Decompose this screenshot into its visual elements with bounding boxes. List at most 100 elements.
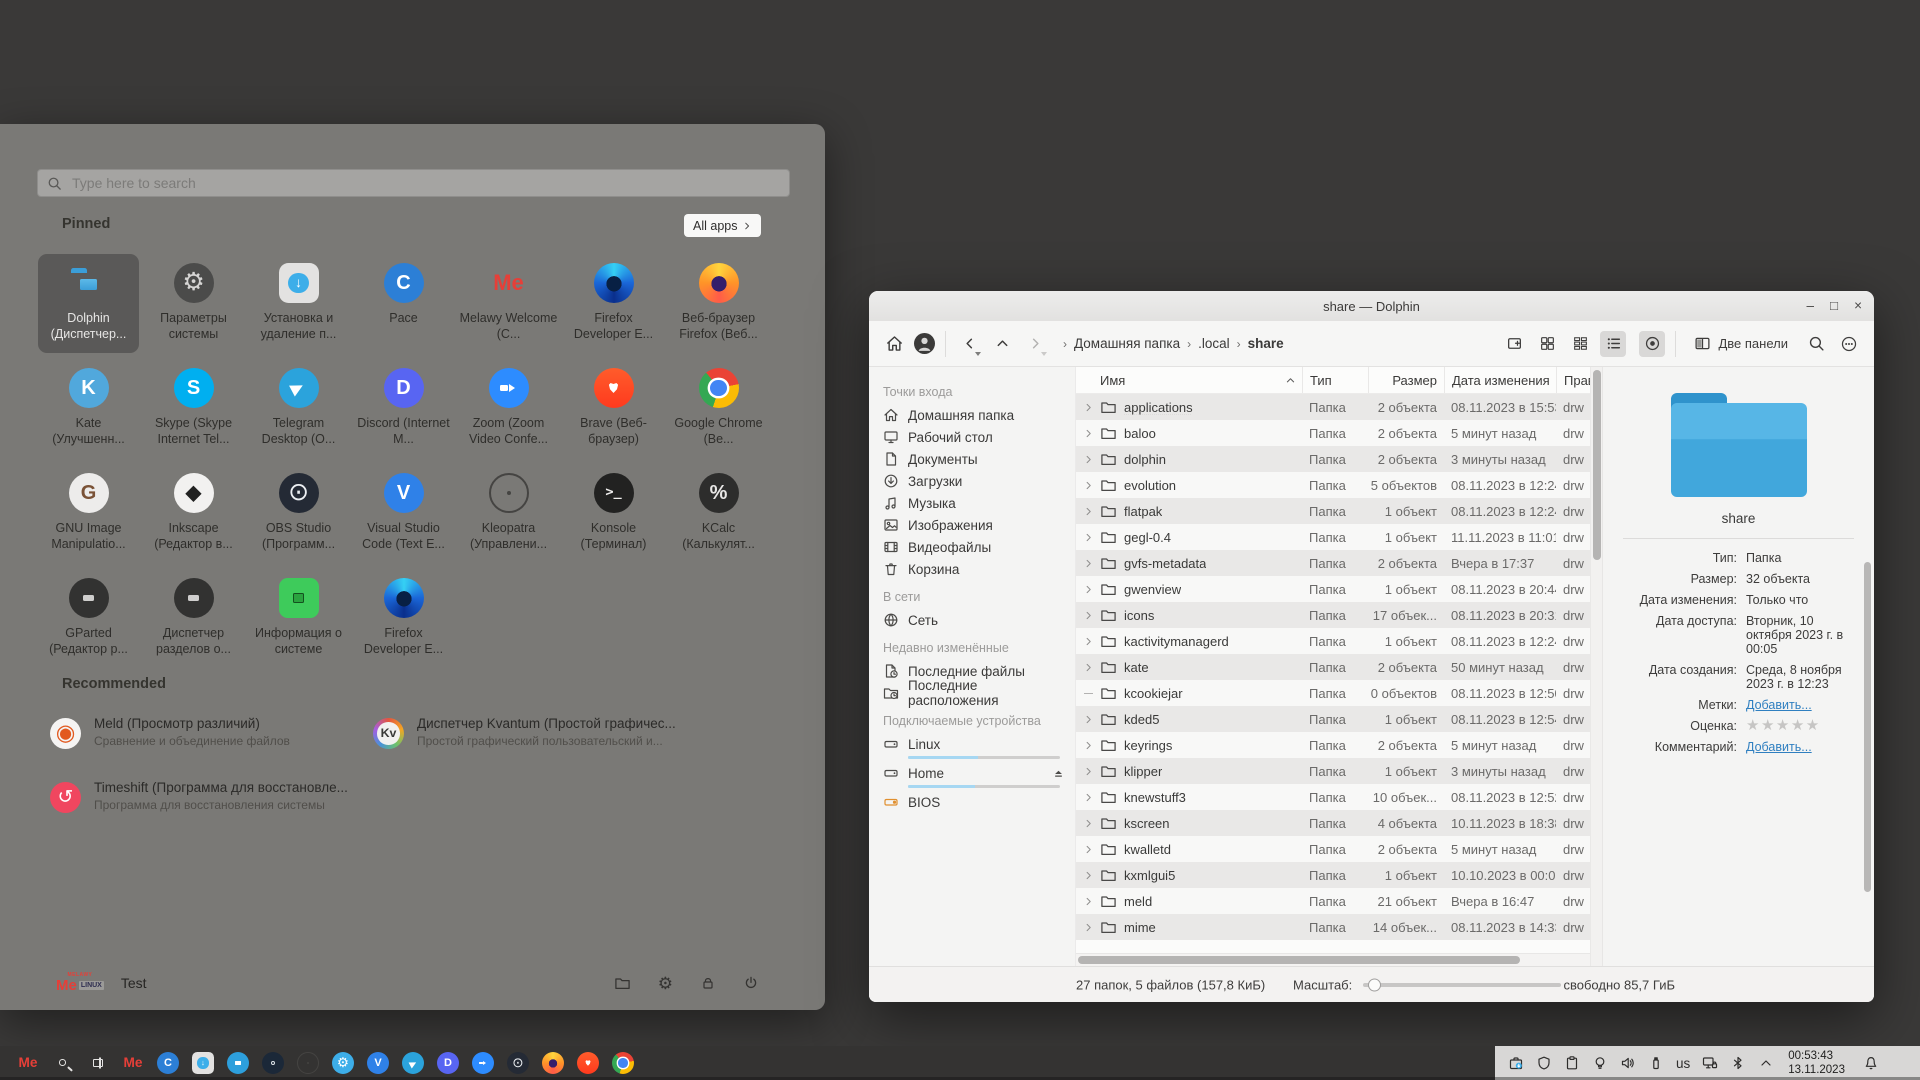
horizontal-scrollbar-thumb[interactable]: [1078, 956, 1520, 964]
expand-arrow-icon[interactable]: [1076, 844, 1100, 855]
file-row[interactable]: knewstuff3 Папка 10 объек... 08.11.2023 …: [1076, 784, 1590, 810]
places-item[interactable]: Музыка: [869, 492, 1075, 514]
taskbar-app-button[interactable]: [87, 1052, 109, 1074]
menu-button[interactable]: [1836, 331, 1862, 357]
app-tile[interactable]: Параметры системы: [143, 254, 244, 353]
tray-icon-button[interactable]: [1508, 1055, 1524, 1071]
new-tab-button[interactable]: [1501, 331, 1527, 357]
app-tile[interactable]: Установка и удаление п...: [248, 254, 349, 353]
breadcrumb-segment[interactable]: › Домашняя папка: [1063, 336, 1180, 351]
preview-toggle-button[interactable]: [1639, 331, 1665, 357]
expand-arrow-icon[interactable]: [1076, 693, 1100, 694]
horizontal-scrollbar[interactable]: [1076, 953, 1590, 966]
taskbar-app-button[interactable]: [612, 1052, 634, 1074]
file-row[interactable]: kded5 Папка 1 объект 08.11.2023 в 12:54 …: [1076, 706, 1590, 732]
app-tile[interactable]: GNU Image Manipulatio...: [38, 464, 139, 563]
file-row[interactable]: baloo Папка 2 объекта 5 минут назад drw: [1076, 420, 1590, 446]
notifications-button[interactable]: [1863, 1055, 1879, 1071]
taskbar-app-button[interactable]: [577, 1052, 599, 1074]
expand-arrow-icon[interactable]: [1076, 792, 1100, 803]
forward-button[interactable]: [1022, 331, 1048, 357]
files-button[interactable]: [614, 975, 631, 992]
expand-arrow-icon[interactable]: [1076, 532, 1100, 543]
split-view-button[interactable]: Две панели: [1686, 330, 1796, 358]
minimize-button[interactable]: –: [1806, 299, 1814, 313]
taskbar-app-button[interactable]: [472, 1052, 494, 1074]
tray-icon-button[interactable]: [1730, 1055, 1746, 1071]
tray-icon-button[interactable]: [1702, 1055, 1718, 1071]
expand-arrow-icon[interactable]: [1076, 584, 1100, 595]
property-value[interactable]: Добавить...: [1746, 698, 1858, 712]
app-tile[interactable]: Zoom (Zoom Video Confe...: [458, 359, 559, 458]
recommended-item[interactable]: Timeshift (Программа для восстановле... …: [50, 774, 373, 838]
back-button[interactable]: [956, 331, 982, 357]
launcher-search[interactable]: [37, 169, 790, 197]
app-tile[interactable]: Discord (Internet M...: [353, 359, 454, 458]
app-tile[interactable]: Диспетчер разделов о...: [143, 569, 244, 668]
expand-arrow-icon[interactable]: [1076, 454, 1100, 465]
zoom-slider-handle[interactable]: [1368, 978, 1381, 991]
expand-arrow-icon[interactable]: [1076, 636, 1100, 647]
expand-arrow-icon[interactable]: [1076, 402, 1100, 413]
tray-icon-button[interactable]: [1564, 1055, 1580, 1071]
find-button[interactable]: [1803, 331, 1829, 357]
file-row[interactable]: flatpak Папка 1 объект 08.11.2023 в 12:2…: [1076, 498, 1590, 524]
file-row[interactable]: kxmlgui5 Папка 1 объект 10.10.2023 в 00:…: [1076, 862, 1590, 888]
column-name[interactable]: Имя: [1076, 367, 1302, 393]
recommended-item[interactable]: Диспетчер Kvantum (Простой графичес... П…: [373, 710, 753, 774]
app-tile[interactable]: Visual Studio Code (Text E...: [353, 464, 454, 563]
power-button[interactable]: [743, 975, 759, 991]
app-tile[interactable]: Firefox Developer E...: [353, 569, 454, 668]
app-tile[interactable]: Веб-браузер Firefox (Веб...: [668, 254, 769, 353]
file-row[interactable]: kactivitymanagerd Папка 1 объект 08.11.2…: [1076, 628, 1590, 654]
expand-arrow-icon[interactable]: [1076, 870, 1100, 881]
expand-arrow-icon[interactable]: [1076, 740, 1100, 751]
tray-icon-button[interactable]: us: [1676, 1056, 1690, 1071]
app-tile[interactable]: Kleopatra (Управлени...: [458, 464, 559, 563]
places-item[interactable]: Изображения: [869, 514, 1075, 536]
app-tile[interactable]: Kate (Улучшенн...: [38, 359, 139, 458]
clock[interactable]: 00:53:43 13.11.2023: [1788, 1049, 1845, 1078]
column-modified[interactable]: Дата изменения: [1444, 367, 1556, 393]
property-value[interactable]: 32 объекта: [1746, 572, 1858, 586]
details-view-button[interactable]: [1600, 331, 1626, 357]
places-item[interactable]: Рабочий стол: [869, 426, 1075, 448]
expand-arrow-icon[interactable]: [1076, 714, 1100, 725]
app-tile[interactable]: Brave (Веб-браузер): [563, 359, 664, 458]
info-panel-scrollbar-thumb[interactable]: [1864, 562, 1871, 892]
titlebar[interactable]: share — Dolphin – □ ×: [869, 291, 1874, 321]
taskbar-app-button[interactable]: [122, 1052, 144, 1074]
app-tile[interactable]: Telegram Desktop (О...: [248, 359, 349, 458]
app-tile[interactable]: Inkscape (Редактор в...: [143, 464, 244, 563]
places-item[interactable]: Linux: [869, 733, 1075, 762]
app-tile[interactable]: OBS Studio (Программ...: [248, 464, 349, 563]
taskbar-app-button[interactable]: [192, 1052, 214, 1074]
column-size[interactable]: Размер: [1368, 367, 1444, 393]
places-item[interactable]: Загрузки: [869, 470, 1075, 492]
app-tile[interactable]: Pace: [353, 254, 454, 353]
app-tile[interactable]: Google Chrome (Ве...: [668, 359, 769, 458]
places-item[interactable]: Корзина: [869, 558, 1075, 580]
app-tile[interactable]: Dolphin (Диспетчер...: [38, 254, 139, 353]
file-row[interactable]: kscreen Папка 4 объекта 10.11.2023 в 18:…: [1076, 810, 1590, 836]
vertical-scrollbar[interactable]: [1590, 367, 1602, 966]
property-value[interactable]: Добавить...: [1746, 740, 1858, 754]
user-avatar[interactable]: [914, 333, 935, 354]
places-item[interactable]: Видеофайлы: [869, 536, 1075, 558]
column-permissions[interactable]: Права: [1556, 367, 1590, 393]
file-row[interactable]: keyrings Папка 2 объекта 5 минут назад d…: [1076, 732, 1590, 758]
places-item[interactable]: Документы: [869, 448, 1075, 470]
expand-arrow-icon[interactable]: [1076, 896, 1100, 907]
tray-icon-button[interactable]: [1758, 1055, 1774, 1071]
app-tile[interactable]: Melawy Welcome (C...: [458, 254, 559, 353]
places-item[interactable]: BIOS: [869, 791, 1075, 813]
tray-icon-button[interactable]: [1536, 1055, 1552, 1071]
close-button[interactable]: ×: [1854, 299, 1862, 313]
file-row[interactable]: mime Папка 14 объек... 08.11.2023 в 14:3…: [1076, 914, 1590, 940]
file-row[interactable]: gwenview Папка 1 объект 08.11.2023 в 20:…: [1076, 576, 1590, 602]
all-apps-button[interactable]: All apps: [684, 214, 761, 237]
taskbar-app-button[interactable]: [542, 1052, 564, 1074]
app-tile[interactable]: Firefox Developer E...: [563, 254, 664, 353]
compact-view-button[interactable]: [1567, 331, 1593, 357]
expand-arrow-icon[interactable]: [1076, 766, 1100, 777]
